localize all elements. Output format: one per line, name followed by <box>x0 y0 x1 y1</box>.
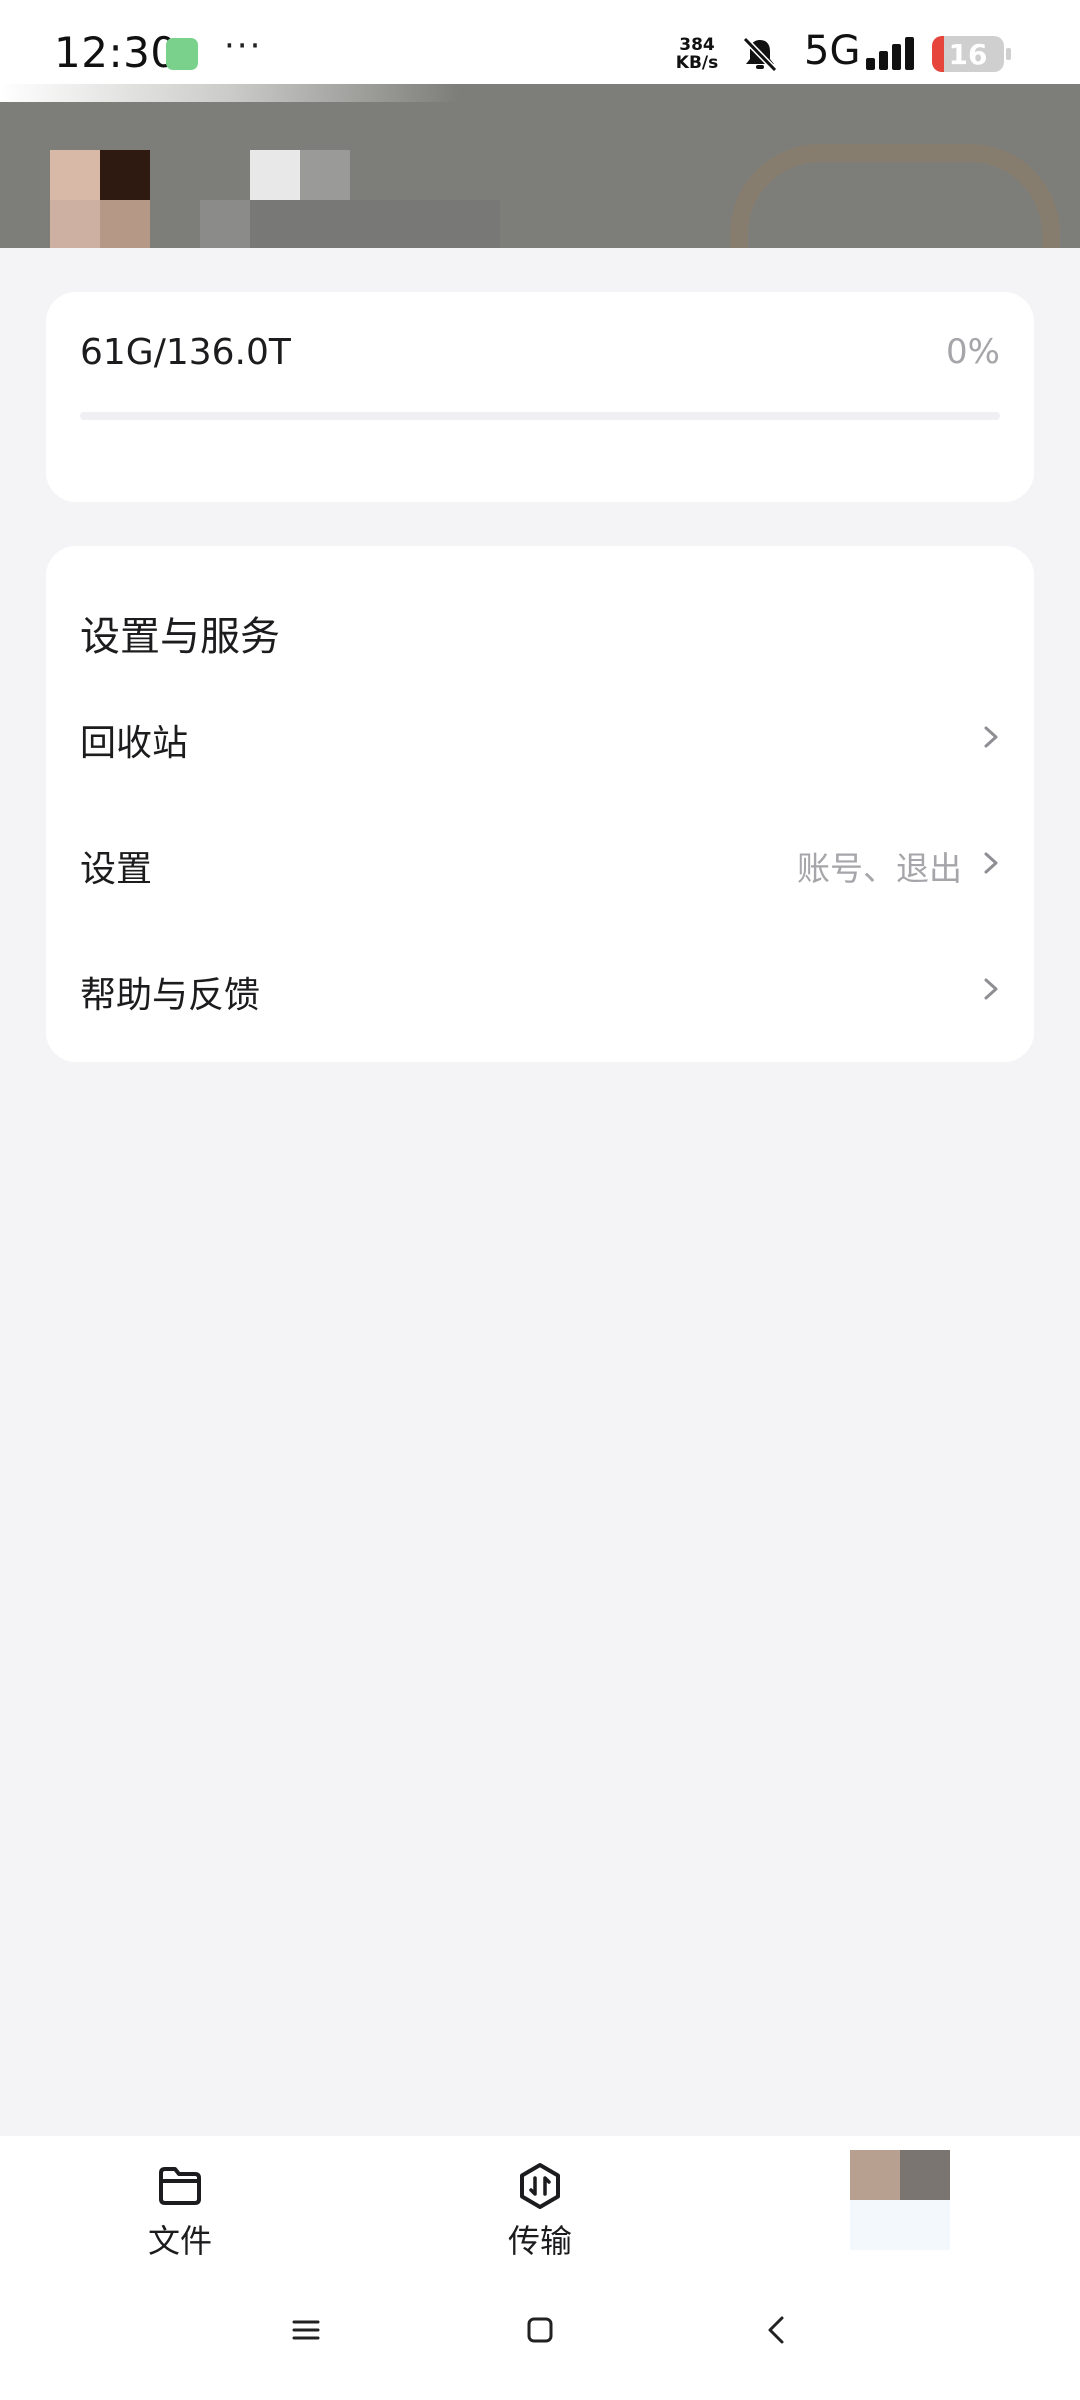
battery-level: 16 <box>948 38 988 71</box>
bottom-nav: 文件 传输 <box>0 2136 1080 2266</box>
more-notifications-icon: ··· <box>224 26 263 66</box>
avatar-pixel <box>900 2150 950 2200</box>
tab-profile-avatar[interactable] <box>850 2150 950 2250</box>
menu-item-label: 回收站 <box>80 723 189 764</box>
home-icon[interactable] <box>520 2310 560 2350</box>
avatar-pixel <box>50 150 100 200</box>
menu-item-label: 设置 <box>80 849 153 890</box>
tab-label: 传输 <box>507 2222 572 2260</box>
battery-icon: 16 <box>932 36 1004 72</box>
menu-item-hint: 账号、退出 <box>797 849 962 888</box>
network-speed-unit: KB/s <box>675 53 719 73</box>
name-pixel <box>250 150 300 200</box>
tab-files[interactable]: 文件 <box>80 2136 280 2266</box>
chevron-right-icon <box>984 978 998 1000</box>
menu-item-settings[interactable]: 设置 账号、退出 <box>46 802 1034 922</box>
avatar-pixel <box>100 200 150 248</box>
chevron-right-icon <box>984 852 998 874</box>
settings-card: 设置与服务 回收站 设置 账号、退出 帮助与反馈 <box>46 546 1034 1062</box>
status-bar: 12:30 ··· 384 KB/s 5G 16 <box>0 0 1080 84</box>
back-icon[interactable] <box>758 2310 798 2350</box>
storage-card[interactable]: 61G/136.0T 0% <box>46 292 1034 502</box>
header-logo-watermark <box>730 144 1060 248</box>
section-title: 设置与服务 <box>80 614 280 660</box>
storage-used: 61G/136.0T <box>80 332 291 373</box>
profile-header[interactable] <box>0 84 1080 248</box>
menu-item-label: 帮助与反馈 <box>80 975 261 1016</box>
storage-percent: 0% <box>946 332 1000 372</box>
menu-item-recycle-bin[interactable]: 回收站 <box>46 676 1034 796</box>
name-pixel <box>250 200 500 248</box>
network-type: 5G <box>804 28 861 74</box>
name-pixel <box>200 200 250 248</box>
avatar-pixel <box>850 2150 900 2200</box>
menu-icon[interactable] <box>286 2310 326 2350</box>
avatar-pixel <box>850 2200 950 2250</box>
folder-icon <box>159 2167 201 2205</box>
header-highlight <box>0 84 460 102</box>
avatar-pixel <box>50 200 100 248</box>
name-pixel <box>300 150 350 200</box>
signal-icon <box>866 37 914 70</box>
chevron-right-icon <box>984 726 998 748</box>
avatar-pixel <box>100 150 150 200</box>
network-speed-value: 384 <box>679 35 715 55</box>
transfer-icon <box>520 2163 560 2209</box>
battery-cap <box>1006 48 1011 60</box>
tab-transfer[interactable]: 传输 <box>440 2136 640 2266</box>
system-nav-bar <box>0 2266 1080 2400</box>
storage-progress-bar <box>80 412 1000 420</box>
status-time: 12:30 <box>54 28 178 77</box>
network-speed: 384 KB/s <box>670 36 724 72</box>
bell-muted-icon <box>742 36 778 73</box>
app-indicator-icon <box>166 38 198 70</box>
tab-label: 文件 <box>147 2222 212 2260</box>
menu-item-help-feedback[interactable]: 帮助与反馈 <box>46 928 1034 1048</box>
